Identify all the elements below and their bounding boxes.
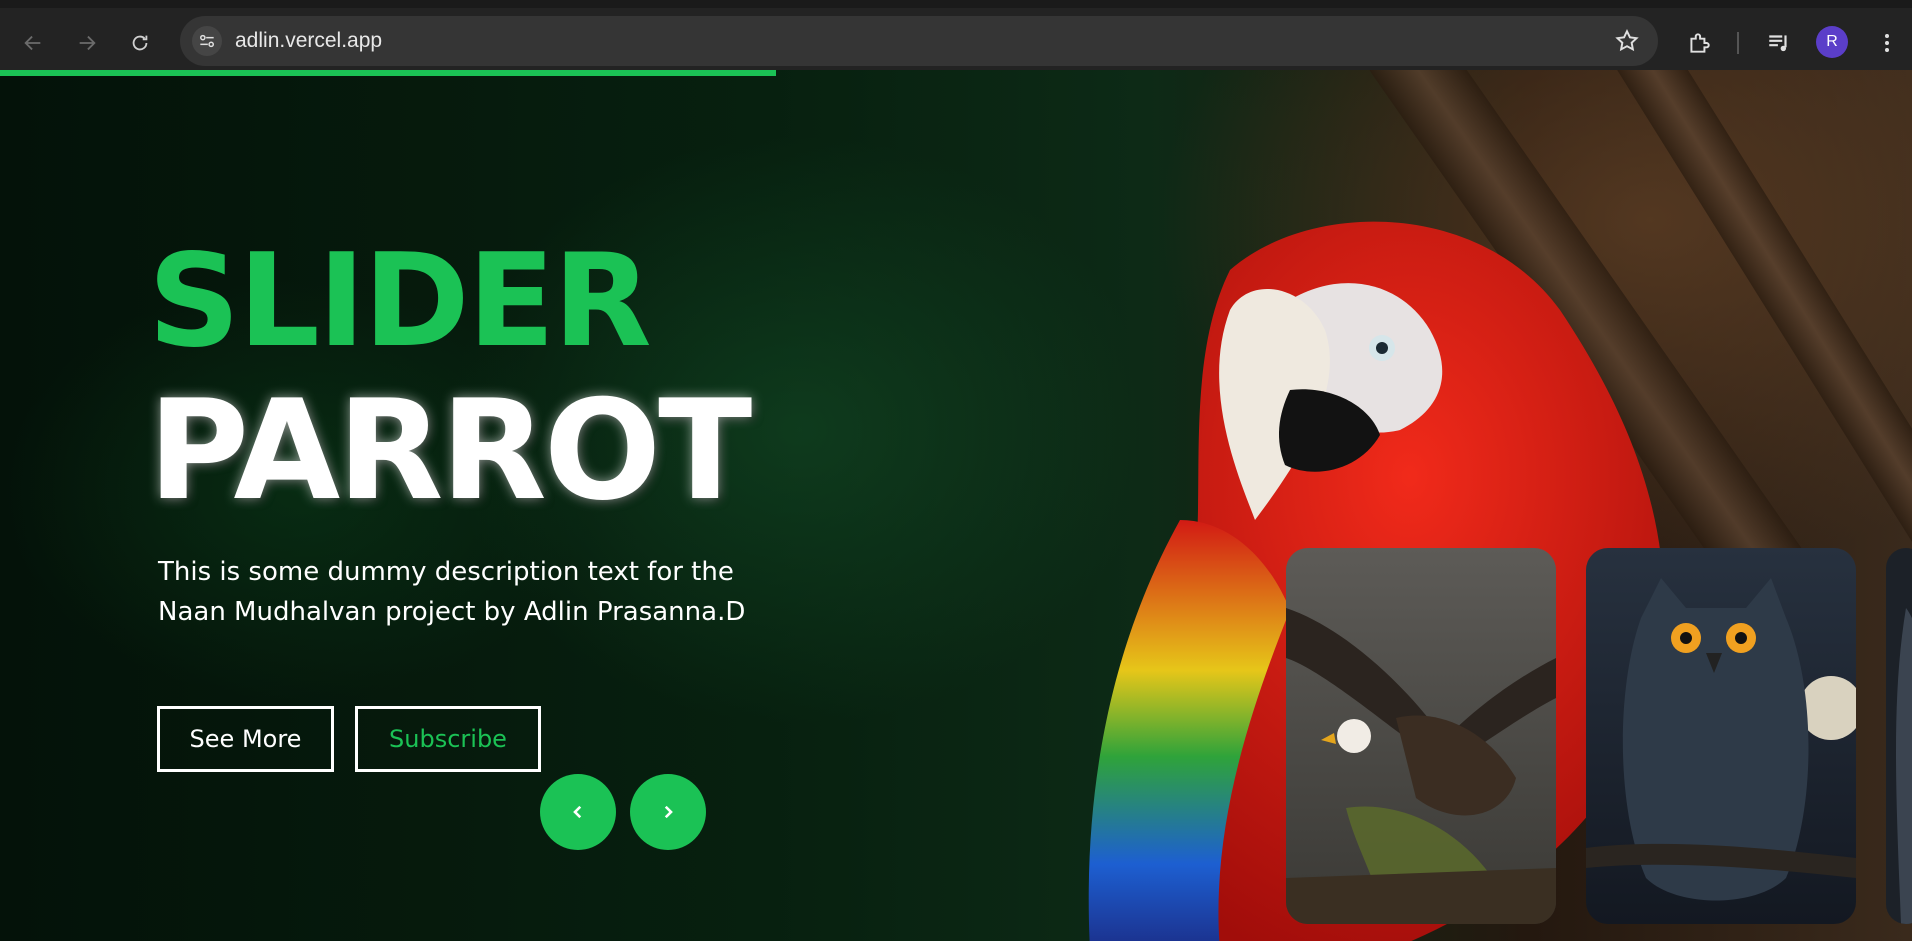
see-more-button[interactable]: See More (157, 706, 334, 772)
media-controls-button[interactable] (1762, 26, 1796, 60)
browser-toolbar: adlin.vercel.app R (0, 0, 1912, 70)
thumbnail-owl[interactable] (1586, 548, 1856, 924)
thumbnail-eagle[interactable] (1286, 548, 1556, 924)
hero-title-primary: SLIDER (148, 227, 652, 376)
site-info-button[interactable] (192, 26, 222, 56)
hero-title-secondary: PARROT (148, 370, 752, 531)
bird-image (1886, 548, 1912, 924)
arrow-left-icon (24, 35, 41, 51)
profile-avatar[interactable]: R (1816, 26, 1848, 58)
tune-icon (200, 34, 214, 48)
back-button[interactable] (16, 26, 50, 60)
url-text[interactable]: adlin.vercel.app (235, 29, 382, 53)
subscribe-button[interactable]: Subscribe (355, 706, 541, 772)
thumbnail-next[interactable] (1886, 548, 1912, 924)
chevron-right-icon (664, 805, 673, 819)
chevron-left-icon (573, 805, 582, 819)
page-load-progress (0, 70, 1912, 76)
forward-button[interactable] (70, 26, 104, 60)
puzzle-icon (1690, 33, 1710, 53)
page-load-progress-fill (0, 70, 777, 76)
next-slide-button[interactable] (630, 774, 706, 850)
browser-menu-button[interactable] (1870, 26, 1904, 60)
hero-slider: SLIDER PARROT This is some dummy descrip… (0, 70, 1912, 941)
queue-music-icon (1769, 35, 1787, 52)
eagle-image (1286, 548, 1556, 924)
address-bar[interactable]: adlin.vercel.app (180, 16, 1658, 66)
reload-icon (132, 35, 148, 51)
owl-image (1586, 548, 1856, 924)
extensions-button[interactable] (1682, 26, 1716, 60)
bookmark-star-icon[interactable] (1614, 28, 1640, 54)
toolbar-separator (1737, 32, 1739, 54)
hero-description: This is some dummy description text for … (158, 557, 746, 627)
reload-button[interactable] (123, 26, 157, 60)
more-vert-icon (1885, 34, 1889, 52)
prev-slide-button[interactable] (540, 774, 616, 850)
arrow-right-icon (79, 35, 96, 51)
